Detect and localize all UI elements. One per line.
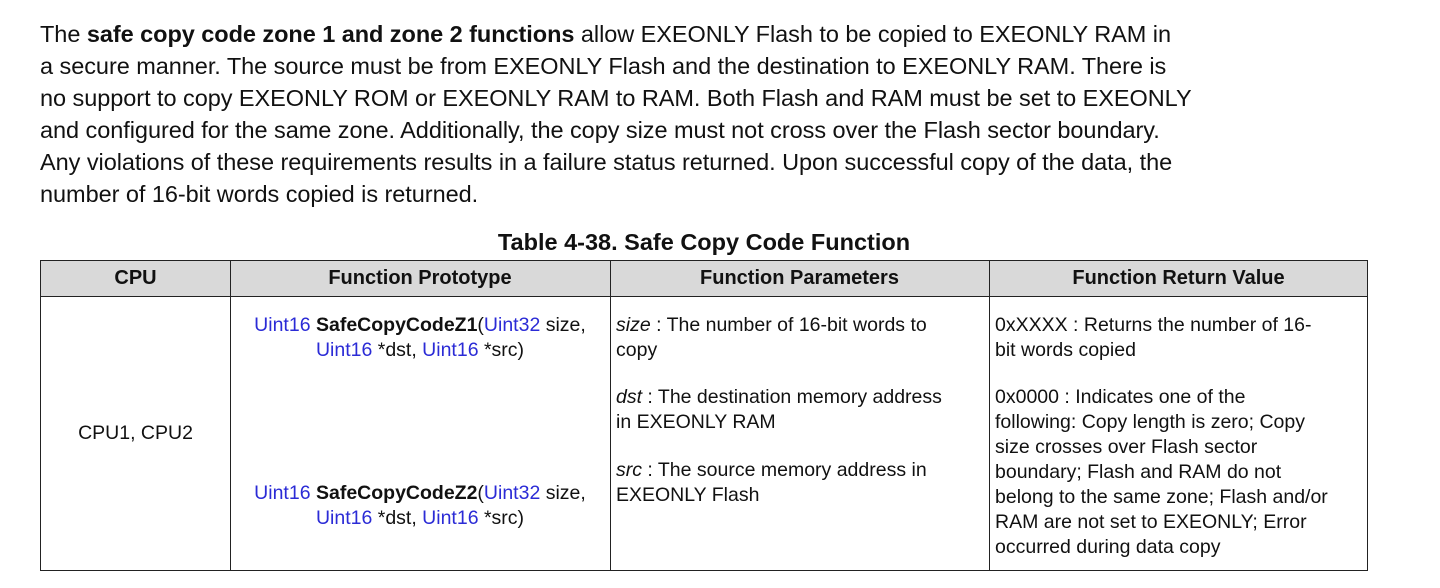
parameter-text: : The destination memory address (642, 386, 942, 408)
parameter-src: src : The source memory address in EXEON… (616, 458, 986, 508)
type-keyword: Uint16 (422, 507, 479, 529)
parameter-name: dst (616, 386, 643, 408)
type-keyword: Uint16 (422, 339, 479, 361)
parameter-line: src : The source memory address in (616, 458, 986, 483)
document-page: The safe copy code zone 1 and zone 2 fun… (0, 0, 1440, 588)
function-name: SafeCopyCodeZ1 (315, 314, 478, 336)
prototype-line: Uint16 SafeCopyCodeZ2(Uint32 size, (230, 481, 610, 506)
return-line: following: Copy length is zero; Copy (995, 411, 1305, 433)
function-table: CPU Function Prototype Function Paramete… (40, 260, 1368, 571)
type-keyword: Uint16 (254, 482, 311, 504)
parameter-name: src (616, 459, 642, 481)
paragraph-line-6: number of 16-bit words copied is returne… (40, 181, 479, 207)
parameter-line: copy (616, 339, 658, 361)
column-divider (989, 261, 990, 570)
table-header-row: CPU Function Prototype Function Paramete… (41, 261, 1367, 297)
type-keyword: Uint16 (315, 339, 373, 361)
parameter-line: in EXEONLY RAM (616, 411, 776, 433)
return-line: boundary; Flash and RAM do not (995, 461, 1282, 483)
prototype-z1: Uint16 SafeCopyCodeZ1(Uint32 size, Uint1… (230, 313, 610, 363)
prototype-line: Uint16 SafeCopyCodeZ1(Uint32 size, (230, 313, 610, 338)
return-line: belong to the same zone; Flash and/or (995, 486, 1328, 508)
prototype-z2: Uint16 SafeCopyCodeZ2(Uint32 size, Uint1… (230, 481, 610, 531)
column-divider (610, 261, 611, 570)
paragraph-line-4: and configured for the same zone. Additi… (40, 117, 1160, 143)
parameter-text: : The number of 16-bit words to (650, 314, 927, 336)
prototype-text: *src) (478, 339, 525, 361)
parameter-text: : The source memory address in (642, 459, 927, 481)
body-paragraph: The safe copy code zone 1 and zone 2 fun… (40, 18, 1380, 210)
paragraph-bold-text: safe copy code zone 1 and zone 2 functio… (86, 21, 575, 47)
prototype-text: *src) (478, 507, 525, 529)
type-keyword: Uint16 (254, 314, 311, 336)
header-parameters: Function Parameters (700, 267, 899, 289)
table-title: Table 4-38. Safe Copy Code Function (497, 229, 911, 255)
paragraph-text: The (40, 21, 87, 47)
return-line: 0x0000 : Indicates one of the (995, 386, 1246, 408)
prototype-text: *dst, (372, 507, 423, 529)
return-value-success: 0xXXXX : Returns the number of 16- bit w… (995, 313, 1367, 363)
return-line: 0xXXXX : Returns the number of 16- (995, 314, 1312, 336)
type-keyword: Uint32 (483, 482, 541, 504)
header-cpu: CPU (114, 267, 157, 289)
type-keyword: Uint16 (315, 507, 373, 529)
paragraph-text: allow EXEONLY Flash to be copied to EXEO… (574, 21, 1171, 47)
prototype-text: *dst, (372, 339, 423, 361)
return-line: occurred during data copy (995, 536, 1221, 558)
return-line: bit words copied (995, 339, 1136, 361)
paragraph-line-1: The safe copy code zone 1 and zone 2 fun… (40, 18, 1380, 50)
return-line: size crosses over Flash sector (995, 436, 1258, 458)
type-keyword: Uint32 (483, 314, 541, 336)
prototype-line: Uint16 *dst, Uint16 *src) (230, 338, 610, 363)
parameter-line: EXEONLY Flash (616, 484, 760, 506)
return-value-failure: 0x0000 : Indicates one of the following:… (995, 385, 1367, 560)
prototype-line: Uint16 *dst, Uint16 *src) (230, 506, 610, 531)
parameter-name: size (616, 314, 651, 336)
prototype-text: size, (540, 482, 586, 504)
cpu-cell: CPU1, CPU2 (78, 422, 193, 444)
return-line: RAM are not set to EXEONLY; Error (995, 511, 1307, 533)
paragraph-line-3: no support to copy EXEONLY ROM or EXEONL… (40, 85, 1192, 111)
parameter-line: dst : The destination memory address (616, 385, 986, 410)
prototype-text: size, (540, 314, 586, 336)
parameter-line: size : The number of 16-bit words to (616, 313, 986, 338)
paragraph-line-5: Any violations of these requirements res… (40, 149, 1173, 175)
function-name: SafeCopyCodeZ2 (315, 482, 478, 504)
header-return-value: Function Return Value (1072, 267, 1285, 289)
parameter-dst: dst : The destination memory address in … (616, 385, 986, 435)
paragraph-line-2: a secure manner. The source must be from… (40, 53, 1167, 79)
parameter-size: size : The number of 16-bit words to cop… (616, 313, 986, 363)
header-prototype: Function Prototype (328, 267, 512, 289)
